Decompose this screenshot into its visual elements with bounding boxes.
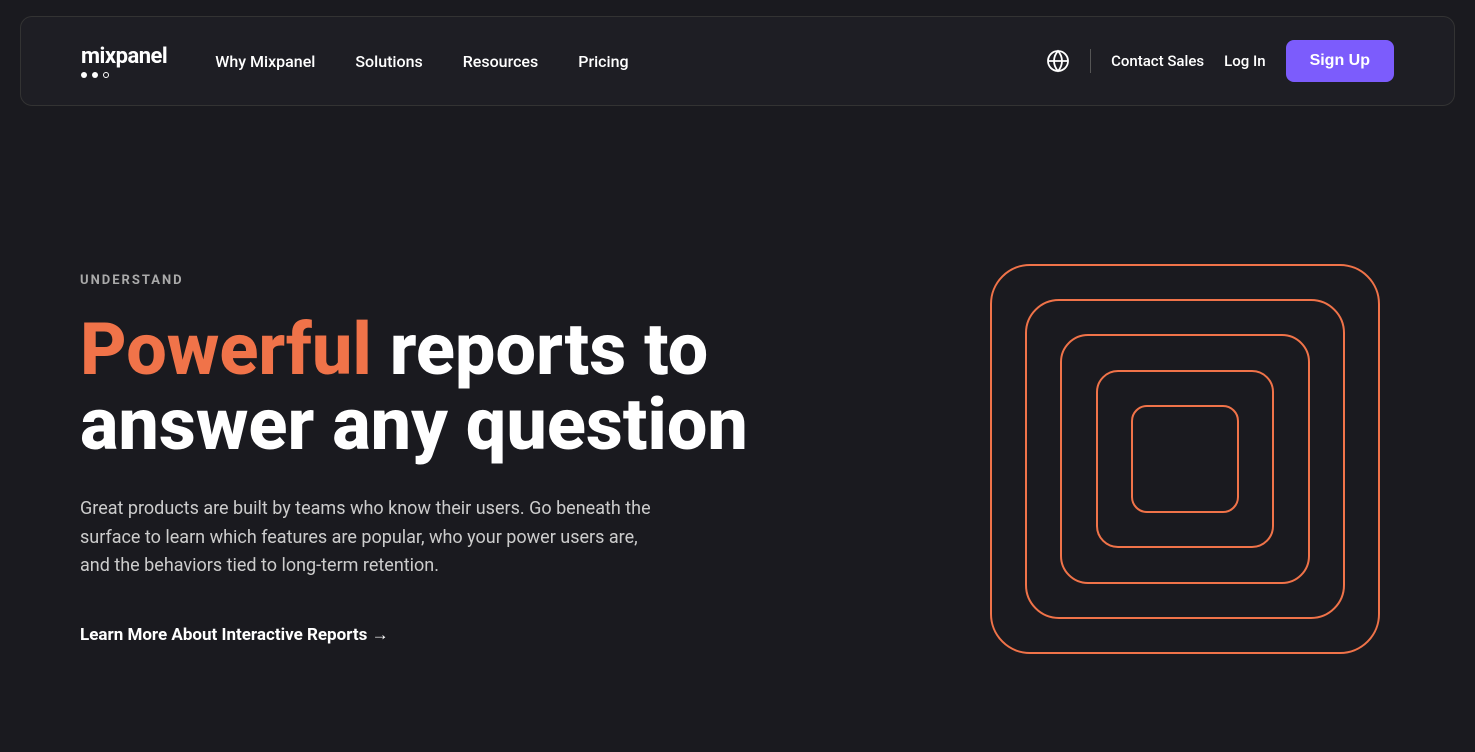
nav-item-solutions[interactable]: Solutions [355,52,422,71]
description: Great products are built by teams who kn… [80,495,660,581]
nav-link-solutions[interactable]: Solutions [355,52,422,71]
nav-item-why-mixpanel[interactable]: Why Mixpanel [215,52,315,71]
nav-item-pricing[interactable]: Pricing [578,52,628,71]
logo[interactable]: mixpanel [81,44,167,78]
section-label: UNDERSTAND [80,273,780,288]
logo-dot-1 [81,72,87,78]
square-5 [1131,405,1239,513]
nav-link-why-mixpanel[interactable]: Why Mixpanel [215,52,315,71]
login-link[interactable]: Log In [1224,52,1265,70]
nav-link-pricing[interactable]: Pricing [578,52,628,71]
headline-accent: Powerful [80,307,372,392]
navbar: mixpanel Why Mixpanel Solutions Resource… [20,16,1455,106]
main-content: UNDERSTAND Powerful reports to answer an… [0,122,1475,736]
logo-dot-3 [103,72,109,78]
logo-text: mixpanel [81,44,167,69]
nav-left: mixpanel Why Mixpanel Solutions Resource… [81,44,629,78]
learn-more-link[interactable]: Learn More About Interactive Reports → [80,625,389,645]
nav-right: Contact Sales Log In Sign Up [1046,40,1394,82]
concentric-squares [990,264,1380,654]
left-content: UNDERSTAND Powerful reports to answer an… [80,273,780,646]
nav-links: Why Mixpanel Solutions Resources Pricing [215,52,628,71]
globe-icon[interactable] [1046,49,1070,73]
signup-button[interactable]: Sign Up [1286,40,1394,82]
nav-link-resources[interactable]: Resources [463,52,539,71]
nav-divider [1090,49,1091,73]
contact-sales-link[interactable]: Contact Sales [1111,52,1204,70]
right-graphic [975,229,1395,689]
headline: Powerful reports to answer any question [80,312,780,463]
logo-dots [81,72,167,78]
logo-dot-2 [92,72,98,78]
nav-item-resources[interactable]: Resources [463,52,539,71]
